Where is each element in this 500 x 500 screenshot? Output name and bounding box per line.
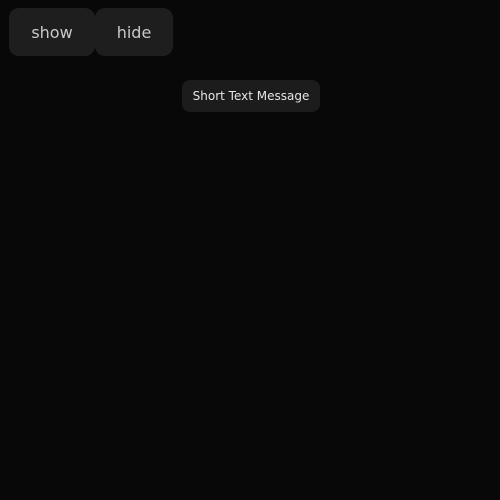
show-button[interactable]: show — [9, 8, 95, 56]
hide-button[interactable]: hide — [95, 8, 173, 56]
app-canvas: show hide Short Text Message — [0, 0, 500, 500]
toast-message: Short Text Message — [182, 80, 320, 112]
